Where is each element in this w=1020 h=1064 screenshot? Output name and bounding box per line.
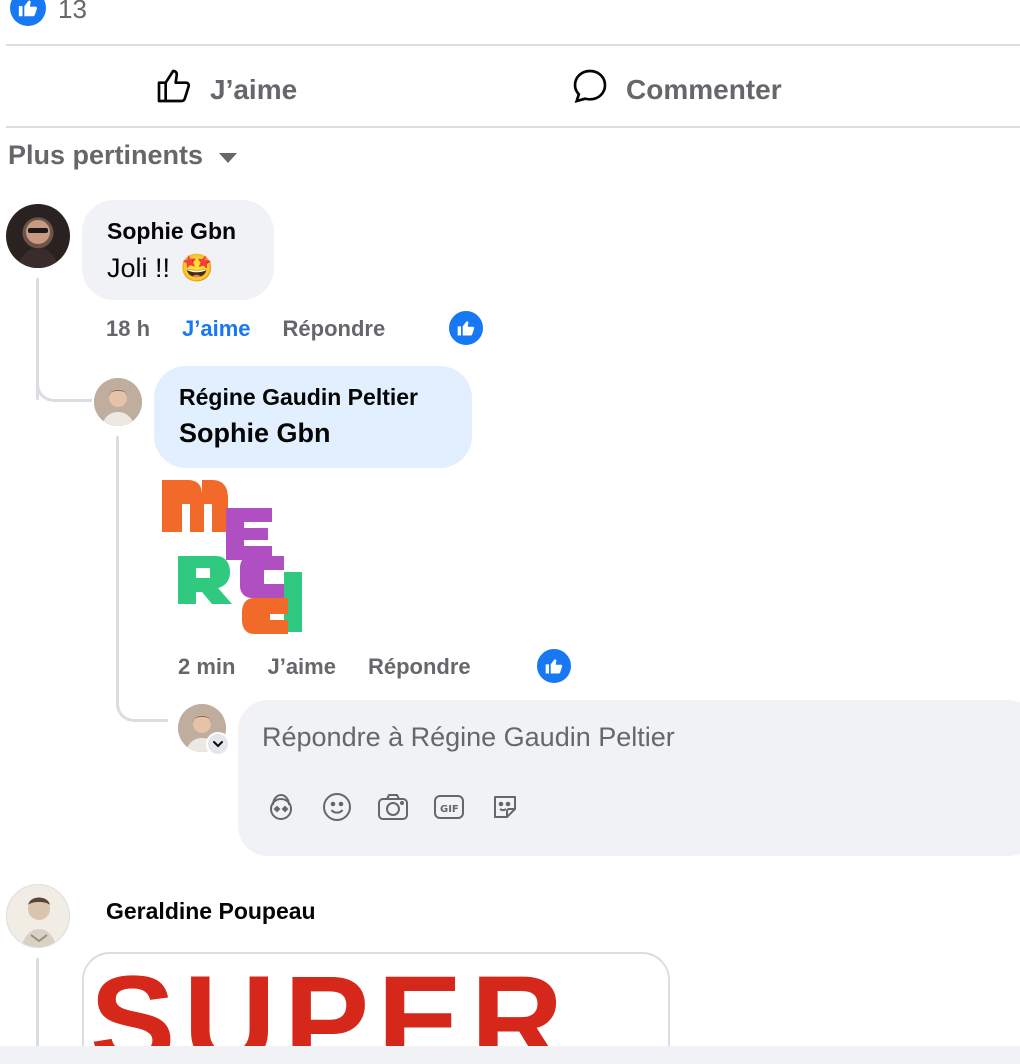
like-reaction-icon[interactable] (535, 647, 573, 685)
reply-toolbar: GIF (264, 790, 522, 824)
svg-text:GIF: GIF (440, 804, 459, 815)
like-button-label: J’aime (210, 73, 298, 105)
comment-like-button[interactable]: J’aime (267, 654, 336, 680)
divider (6, 126, 1020, 128)
comment-meta: 2 min J’aime Répondre (178, 654, 471, 680)
thread-connector (36, 380, 92, 402)
thread-line (116, 436, 119, 698)
caret-down-icon (219, 152, 238, 163)
avatar-regine-gaudin-peltier[interactable] (94, 378, 142, 426)
comment-bubble: Sophie Gbn Joli !! 🤩 (82, 200, 274, 300)
reaction-count[interactable]: 13 (58, 0, 87, 25)
merci-sticker[interactable] (160, 476, 310, 638)
comment-mention[interactable]: Sophie Gbn (179, 418, 331, 449)
comment-bubble: Régine Gaudin Peltier Sophie Gbn (154, 366, 472, 468)
avatar-sophie-gbn[interactable] (6, 204, 70, 268)
thread-connector (116, 690, 168, 722)
comment-button[interactable]: Commenter (570, 66, 782, 113)
comments-sort-dropdown[interactable]: Plus pertinents (8, 140, 238, 171)
comment-author[interactable]: Régine Gaudin Peltier (179, 384, 418, 411)
comment-text-row: Joli !! 🤩 (107, 252, 214, 284)
comment-like-button[interactable]: J’aime (182, 316, 251, 342)
chevron-down-icon[interactable] (206, 732, 230, 756)
like-reaction-icon[interactable] (447, 309, 485, 347)
comment-author[interactable]: Sophie Gbn (107, 218, 236, 245)
camera-icon[interactable] (376, 790, 410, 824)
reply-input-placeholder[interactable]: Répondre à Régine Gaudin Peltier (262, 722, 675, 753)
sort-label: Plus pertinents (8, 140, 204, 170)
like-reaction-icon[interactable] (10, 0, 46, 26)
like-button[interactable]: J’aime (154, 66, 297, 113)
comment-author[interactable]: Geraldine Poupeau (106, 898, 316, 925)
thread-line (36, 958, 39, 1058)
comment-bubble-icon (570, 66, 610, 113)
comment-time[interactable]: 2 min (178, 654, 235, 680)
reply-input-box[interactable]: Répondre à Régine Gaudin Peltier GIF (238, 700, 1020, 856)
thumbs-up-icon (154, 66, 194, 113)
divider (6, 44, 1020, 46)
star-struck-emoji: 🤩 (180, 253, 214, 283)
comment-button-label: Commenter (626, 73, 782, 105)
comment-reply-button[interactable]: Répondre (368, 654, 471, 680)
comment-text: Joli !! (107, 252, 171, 283)
sticker-icon[interactable] (488, 790, 522, 824)
avatar-sticker-icon[interactable] (264, 790, 298, 824)
comment-reply-button[interactable]: Répondre (283, 316, 386, 342)
comment-time[interactable]: 18 h (106, 316, 150, 342)
bottom-bar (0, 1046, 1020, 1064)
gif-icon[interactable]: GIF (432, 790, 466, 824)
emoji-icon[interactable] (320, 790, 354, 824)
avatar-geraldine-poupeau[interactable] (6, 884, 70, 948)
comment-meta: 18 h J’aime Répondre (106, 316, 385, 342)
